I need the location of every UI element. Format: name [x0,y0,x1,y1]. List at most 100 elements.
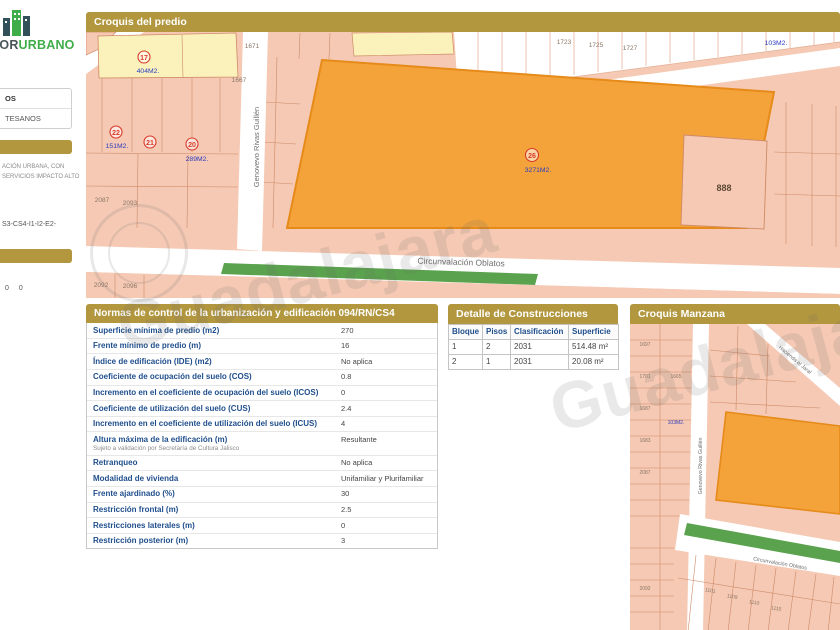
norma-row: Modalidad de viviendaUnifamiliar y Pluri… [87,471,437,487]
norma-label: Altura máxima de la edificación (m)Sujet… [93,434,341,453]
norma-row: Coeficiente de ocupación del suelo (COS)… [87,370,437,386]
lot-number-2093: 2093 [123,200,138,207]
brand-text: ORURBANO [0,38,80,52]
norma-label: Frente ajardinado (%) [93,488,341,499]
norma-row: Restricción posterior (m)3 [87,534,437,549]
construcciones-row: 1 2 2031 514.48 m² [449,339,619,354]
norma-value: 0.8 [341,371,351,383]
lot-number-888: 888 [716,183,731,193]
norma-value: 270 [341,325,354,337]
norma-value: 3 [341,535,345,547]
construcciones-table: Bloque Pisos Clasificación Superficie 1 … [448,324,619,370]
lot-number-1727: 1727 [623,45,638,52]
sidebar-section-bar-2 [0,249,72,263]
sidebar-values: 0 0 [5,285,27,292]
cell-bloque: 2 [449,354,483,369]
parcel-id-20: 20 [188,142,196,149]
cell-superficie: 20.08 m² [569,354,619,369]
zoning-note-line2: SERVICIOS IMPACTO ALTO [2,172,79,182]
construcciones-header-row: Bloque Pisos Clasificación Superficie [449,324,619,339]
street-label-genovevo: Genovevo Rivas Guillén [252,106,261,186]
croquis-manzana-map[interactable]: Hacienda el Jaral Genovevo Rivas Guillén… [630,324,840,630]
sidebar-card-colonia: TESANOS [0,109,71,128]
croquis-predio-panel: Croquis del predio [86,12,840,298]
norma-label: Restricción posterior (m) [93,535,341,546]
norma-value: 16 [341,340,349,352]
parcel-id-26: 26 [528,153,536,160]
construcciones-panel: Detalle de Construcciones Bloque Pisos C… [448,304,618,370]
norma-value: 2.5 [341,504,351,516]
manzana-area-103: 103M2. [668,420,685,426]
parcel-yellow-top [352,32,454,56]
lot-number-1667: 1667 [232,77,247,84]
norma-value: 0 [341,387,345,399]
cell-bloque: 1 [449,339,483,354]
manzana-lot-number: 1697 [639,342,650,348]
manzana-lot-number: 1683 [639,438,650,444]
manzana-parcel-orange[interactable] [716,412,840,514]
city-buildings-icon [0,6,34,38]
construcciones-title: Detalle de Construcciones [448,304,618,324]
sidebar: ORURBANO OS TESANOS ACIÓN URBANA, CON SE… [0,0,80,630]
norma-value: No aplica [341,356,372,368]
norma-row: Incremento en el coeficiente de utilizac… [87,417,437,433]
norma-note: Sujeto a validación por Secretaría de Cu… [93,445,341,453]
parcel-area-103: 103M2. [765,40,788,47]
norma-value: 30 [341,488,349,500]
manzana-lot-number: 1665 [670,374,681,380]
norma-label: Frente mínimo de predio (m) [93,340,341,351]
norma-value: Resultante [341,434,377,446]
cell-clasificacion: 2031 [511,339,569,354]
cell-clasificacion: 2031 [511,354,569,369]
normas-table: Superficie mínima de predio (m2)270 Fren… [86,323,438,549]
normas-title: Normas de control de la urbanización y e… [86,304,438,323]
lot-number-2096: 2096 [123,283,138,290]
sidebar-section-bar-1 [0,140,72,154]
lot-number-2087: 2087 [95,197,110,204]
norma-row: Frente mínimo de predio (m)16 [87,339,437,355]
norma-row: Índice de edificación (IDE) (m2)No aplic… [87,354,437,370]
visor-urbano-logo: ORURBANO [0,6,80,52]
parcel-area-151: 151M2. [106,143,129,150]
sidebar-zoning-code: S3-CS4-I1-I2-E2- [2,221,56,228]
norma-value: 4 [341,418,345,430]
parcel-888[interactable] [681,135,767,229]
norma-label: Superficie mínima de predio (m2) [93,325,341,336]
parcel-id-21: 21 [146,140,154,147]
sidebar-info-card: OS TESANOS [0,88,72,129]
brand-suffix: URBANO [19,38,75,52]
parcel-area-289: 289M2. [186,156,209,163]
construcciones-row: 2 1 2031 20.08 m² [449,354,619,369]
norma-label: Restricciones laterales (m) [93,520,341,531]
manzana-lot-number: 2092 [639,586,650,592]
lot-number-1723: 1723 [557,39,572,46]
croquis-predio-map[interactable]: Hacienda el Jaral Genovevo Rivas Guillén… [86,32,840,298]
norma-label: Índice de edificación (IDE) (m2) [93,356,341,367]
norma-row: Frente ajardinado (%)30 [87,487,437,503]
normas-panel: Normas de control de la urbanización y e… [86,304,438,549]
manzana-lot-number: 2087 [639,470,650,476]
croquis-predio-title: Croquis del predio [86,12,840,32]
norma-label: Restricción frontal (m) [93,504,341,515]
norma-row: Superficie mínima de predio (m2)270 [87,323,437,339]
norma-row: RetranqueoNo aplica [87,456,437,472]
manzana-lot-number: 1687 [639,406,650,412]
norma-row: Restricciones laterales (m)0 [87,518,437,534]
norma-row: Incremento en el coeficiente de ocupació… [87,386,437,402]
lot-number-1725: 1725 [589,42,604,49]
lot-number-1671: 1671 [245,43,260,50]
croquis-manzana-panel: Croquis Manzana [630,304,840,630]
norma-value: Unifamiliar y Plurifamiliar [341,473,424,485]
norma-label: Incremento en el coeficiente de utilizac… [93,418,341,429]
sidebar-card-top: OS [0,89,71,109]
parcel-area-404: 404M2. [137,68,160,75]
norma-label: Coeficiente de ocupación del suelo (COS) [93,371,341,382]
norma-label: Incremento en el coeficiente de ocupació… [93,387,341,398]
norma-label: Modalidad de vivienda [93,473,341,484]
manzana-street-label-genovevo: Genovevo Rivas Guillén [698,437,704,494]
zoning-note-line1: ACIÓN URBANA, CON [2,162,79,172]
parcel-yellow-17[interactable] [98,33,238,78]
cell-superficie: 514.48 m² [569,339,619,354]
sidebar-zoning-note: ACIÓN URBANA, CON SERVICIOS IMPACTO ALTO [2,162,79,182]
norma-value: No aplica [341,457,372,469]
